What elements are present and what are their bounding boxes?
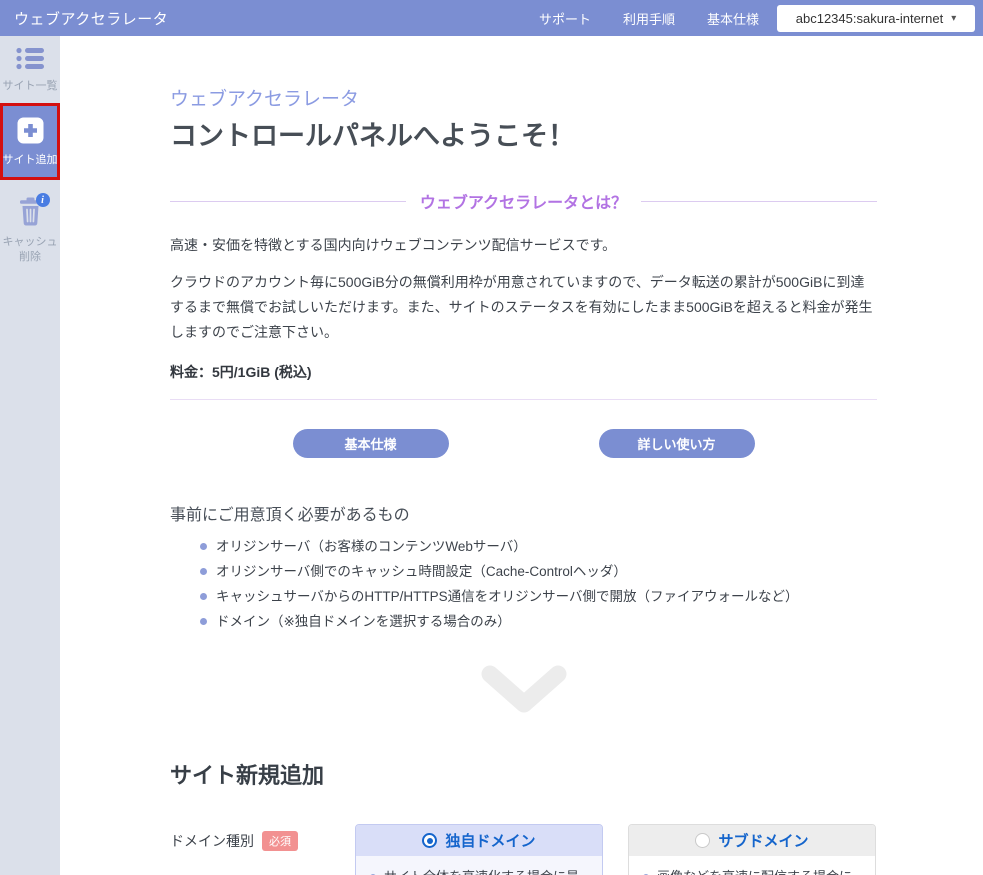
button-row: 基本仕様 詳しい使い方 bbox=[170, 429, 877, 458]
option-item: サイト全体を高速化する場合に最適 bbox=[370, 868, 590, 875]
list-item-text: オリジンサーバ（お客様のコンテンツWebサーバ） bbox=[216, 534, 527, 559]
basic-spec-button[interactable]: 基本仕様 bbox=[293, 429, 449, 458]
option-title: 独自ドメイン bbox=[445, 830, 535, 851]
domain-type-label-col: ドメイン種別 必須 bbox=[170, 824, 355, 851]
sidebar-item-add-site[interactable]: サイト追加 bbox=[0, 103, 60, 180]
sidebar-item-cache-delete[interactable]: i キャッシュ削除 bbox=[0, 186, 60, 274]
custom-domain-radio-header[interactable]: 独自ドメイン bbox=[356, 825, 602, 856]
divider-line bbox=[170, 201, 406, 202]
caret-down-icon: ▾ bbox=[951, 13, 956, 24]
option-item-text: 画像などを高速に配信する場合に最適 bbox=[657, 868, 863, 875]
divider-line bbox=[641, 201, 877, 202]
service-subtitle: ウェブアクセラレータ bbox=[170, 84, 877, 111]
list-icon bbox=[16, 47, 44, 75]
list-item: ドメイン（※独自ドメインを選択する場合のみ） bbox=[170, 609, 877, 634]
option-item: 画像などを高速に配信する場合に最適 bbox=[643, 868, 863, 875]
radio-unselected-icon[interactable] bbox=[695, 833, 710, 848]
sidebar: サイト一覧 サイト追加 bbox=[0, 36, 60, 875]
main-panel: ウェブアクセラレータ コントロールパネルへようこそ！ ウェブアクセラレータとは？… bbox=[60, 36, 983, 875]
sidebar-item-site-list[interactable]: サイト一覧 bbox=[0, 36, 60, 103]
required-badge: 必須 bbox=[262, 831, 298, 851]
section-divider: ウェブアクセラレータとは？ bbox=[170, 189, 877, 213]
section-divider-label: ウェブアクセラレータとは？ bbox=[420, 189, 627, 213]
list-item: オリジンサーバ（お客様のコンテンツWebサーバ） bbox=[170, 534, 877, 559]
account-dropdown[interactable]: abc12345:sakura-internet ▾ bbox=[777, 5, 975, 32]
domain-type-options: 独自ドメイン サイト全体を高速化する場合に最適 お客様のドメインを使用 例)ww… bbox=[355, 824, 876, 875]
list-item: キャッシュサーバからのHTTP/HTTPS通信をオリジンサーバ側で開放（ファイア… bbox=[170, 584, 877, 609]
description-text: クラウドのアカウント毎に500GiB分の無償利用枠が用意されていますので、データ… bbox=[170, 270, 877, 345]
list-item-text: オリジンサーバ側でのキャッシュ時間設定（Cache-Controlヘッダ） bbox=[216, 559, 627, 584]
bullet-icon bbox=[200, 543, 207, 550]
domain-type-option-subdomain: サブドメイン 画像などを高速に配信する場合に最適 専用のドメインを発行します 例… bbox=[628, 824, 876, 875]
domain-type-row: ドメイン種別 必須 独自ドメイン サイト全体を高速化する場合に最適 お客様のドメ… bbox=[170, 824, 877, 875]
intro-text: 高速・安価を特徴とする国内向けウェブコンテンツ配信サービスです。 bbox=[170, 235, 877, 255]
header-nav: サポート 利用手順 基本仕様 bbox=[539, 9, 759, 28]
page-title: コントロールパネルへようこそ！ bbox=[170, 114, 877, 153]
add-site-heading: サイト新規追加 bbox=[170, 758, 877, 790]
bullet-icon bbox=[200, 568, 207, 575]
option-item-text: サイト全体を高速化する場合に最適 bbox=[384, 868, 590, 875]
list-item: オリジンサーバ側でのキャッシュ時間設定（Cache-Controlヘッダ） bbox=[170, 559, 877, 584]
chevron-down-icon bbox=[170, 662, 877, 718]
list-item-text: キャッシュサーバからのHTTP/HTTPS通信をオリジンサーバ側で開放（ファイア… bbox=[216, 584, 798, 609]
trash-icon: i bbox=[18, 197, 43, 231]
option-body: サイト全体を高速化する場合に最適 お客様のドメインを使用 例)www.examp… bbox=[356, 856, 602, 875]
option-title: サブドメイン bbox=[718, 830, 808, 851]
detailed-usage-button[interactable]: 詳しい使い方 bbox=[599, 429, 755, 458]
nav-link-usage-guide[interactable]: 利用手順 bbox=[623, 9, 675, 28]
prepare-heading: 事前にご用意頂く必要があるもの bbox=[170, 501, 877, 525]
domain-type-option-custom: 独自ドメイン サイト全体を高速化する場合に最適 お客様のドメインを使用 例)ww… bbox=[355, 824, 603, 875]
bullet-icon bbox=[200, 618, 207, 625]
radio-selected-icon[interactable] bbox=[422, 833, 437, 848]
info-badge-icon: i bbox=[36, 193, 50, 207]
subdomain-radio-header[interactable]: サブドメイン bbox=[629, 825, 875, 856]
app-header: ウェブアクセラレータ サポート 利用手順 基本仕様 abc12345:sakur… bbox=[0, 0, 983, 36]
sidebar-item-label: キャッシュ削除 bbox=[1, 235, 59, 265]
domain-type-label: ドメイン種別 bbox=[170, 831, 254, 851]
sidebar-item-label: サイト一覧 bbox=[1, 79, 59, 94]
nav-link-support[interactable]: サポート bbox=[539, 9, 591, 28]
plus-icon bbox=[17, 117, 44, 149]
nav-link-basic-spec[interactable]: 基本仕様 bbox=[707, 9, 759, 28]
sidebar-item-label: サイト追加 bbox=[1, 153, 59, 168]
account-dropdown-value: abc12345:sakura-internet bbox=[796, 11, 943, 26]
price-text: 料金：5円/1GiB (税込) bbox=[170, 362, 877, 382]
divider bbox=[170, 399, 877, 400]
list-item-text: ドメイン（※独自ドメインを選択する場合のみ） bbox=[216, 609, 511, 634]
option-body: 画像などを高速に配信する場合に最適 専用のドメインを発行します 例) *.use… bbox=[629, 856, 875, 875]
bullet-icon bbox=[200, 593, 207, 600]
prepare-list: オリジンサーバ（お客様のコンテンツWebサーバ） オリジンサーバ側でのキャッシュ… bbox=[170, 534, 877, 634]
app-title: ウェブアクセラレータ bbox=[14, 8, 168, 29]
